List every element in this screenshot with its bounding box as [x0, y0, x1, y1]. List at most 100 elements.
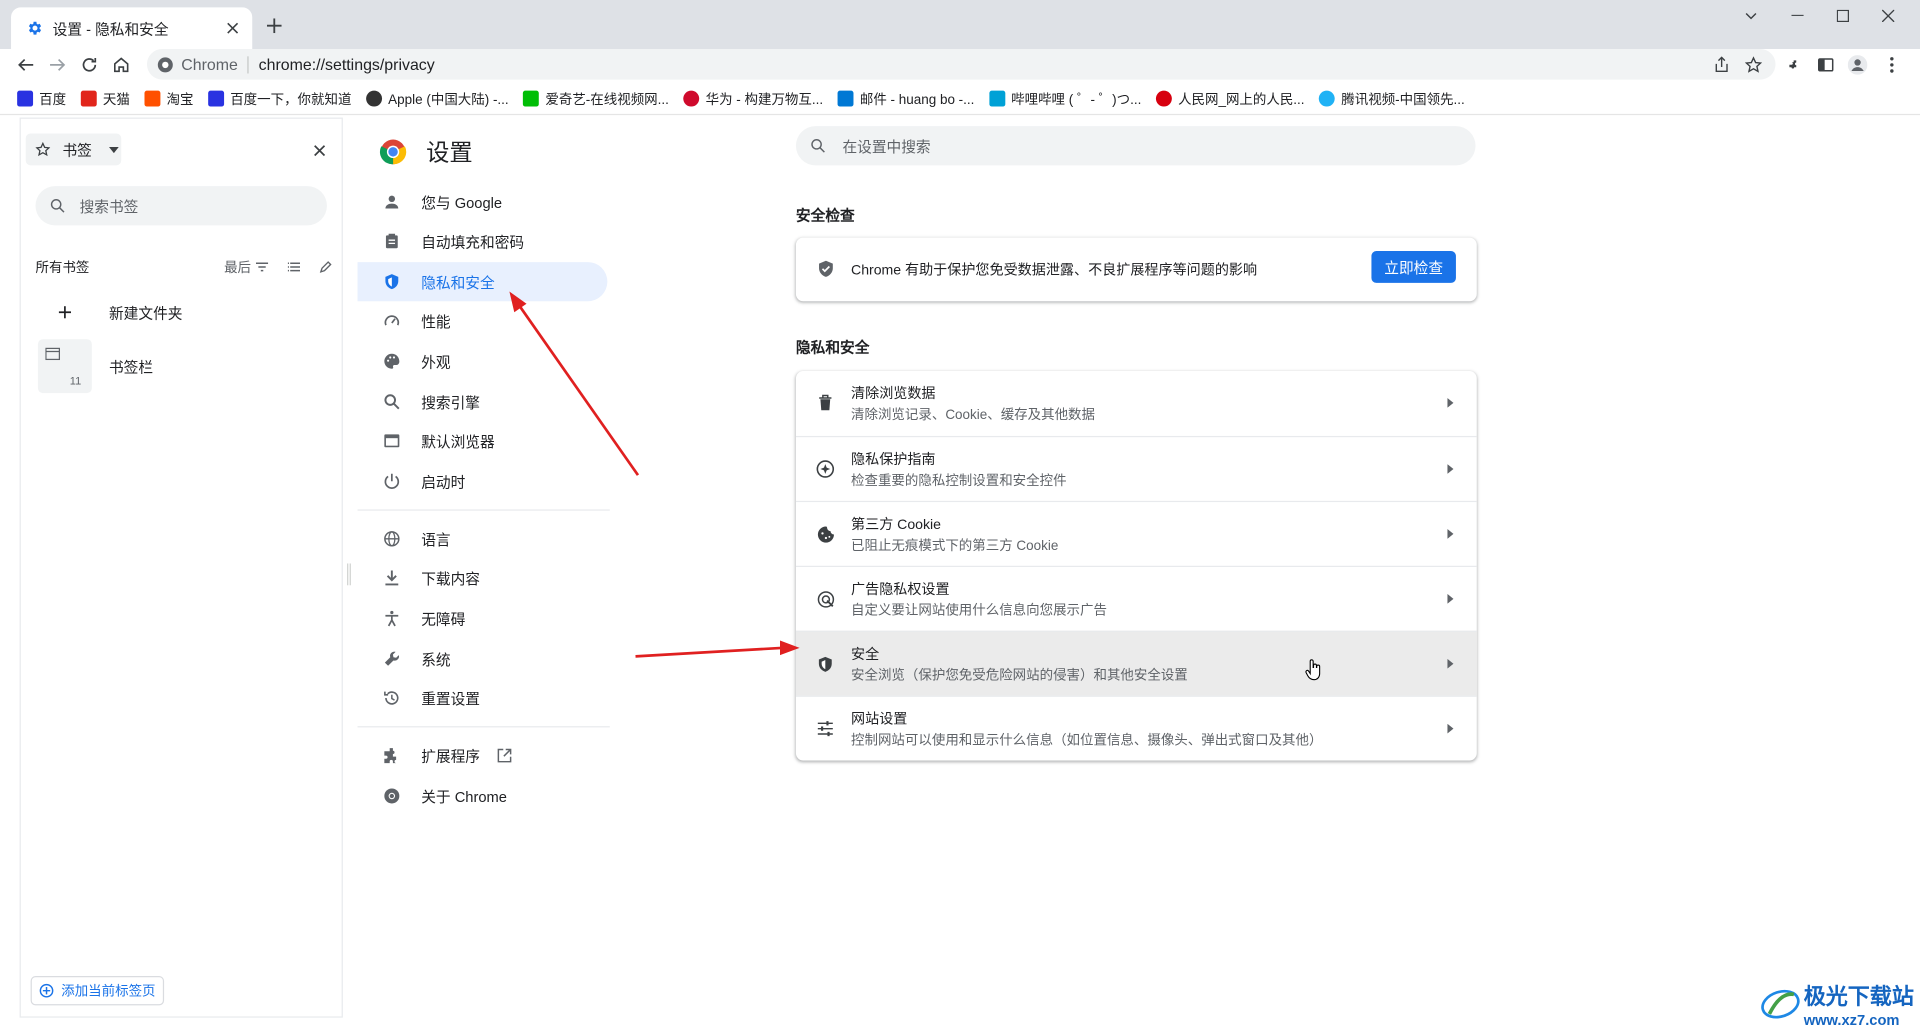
- watermark: 极光下载站 www.xz7.com: [1760, 980, 1914, 1029]
- nav-label: 系统: [421, 650, 451, 669]
- bookmark-item[interactable]: 邮件 - huang bo -...: [837, 89, 974, 109]
- palette-icon: [382, 351, 402, 371]
- tab-close-icon[interactable]: [220, 16, 244, 40]
- check-now-button[interactable]: 立即检查: [1371, 251, 1456, 283]
- extensions-puzzle-icon[interactable]: [1782, 53, 1806, 77]
- nav-search-engine[interactable]: 搜索引擎: [358, 382, 608, 421]
- bookmark-item[interactable]: 天猫: [80, 89, 130, 109]
- settings-gear-icon: [26, 20, 43, 37]
- ad-privacy-icon: [816, 589, 836, 609]
- nav-reset[interactable]: 重置设置: [358, 678, 608, 717]
- bookmark-search-input[interactable]: 搜索书签: [35, 186, 327, 226]
- nav-label: 隐私和安全: [421, 273, 495, 291]
- nav-privacy-security[interactable]: 隐私和安全: [357, 262, 608, 302]
- nav-downloads[interactable]: 下载内容: [358, 558, 608, 597]
- shield-icon: [382, 272, 402, 292]
- list-view-icon[interactable]: [287, 262, 301, 272]
- profile-avatar-icon[interactable]: [1845, 53, 1869, 77]
- edit-pencil-icon[interactable]: [319, 261, 332, 273]
- nav-languages[interactable]: 语言: [358, 519, 608, 558]
- new-tab-button[interactable]: [262, 13, 286, 37]
- row-security[interactable]: 安全 安全浏览（保护您免受危险网站的侵害）和其他安全设置: [795, 630, 1477, 696]
- safety-check-heading: 安全检查: [795, 206, 855, 225]
- favicon-icon: [683, 90, 700, 107]
- nav-default-browser[interactable]: 默认浏览器: [358, 421, 608, 460]
- bookmark-item[interactable]: 百度一下，你就知道: [208, 89, 351, 109]
- favicon-icon: [144, 90, 161, 107]
- bookmark-item[interactable]: 百度: [17, 89, 66, 109]
- page-title: 设置: [426, 140, 473, 167]
- tab-title: 设置 - 隐私和安全: [52, 20, 169, 38]
- new-folder-button[interactable]: 新建文件夹: [38, 285, 182, 339]
- row-site-settings[interactable]: 网站设置 控制网站可以使用和显示什么信息（如位置信息、摄像头、弹出式窗口及其他）: [795, 695, 1477, 761]
- tab-strip: 设置 - 隐私和安全: [0, 0, 1920, 49]
- nav-performance[interactable]: 性能: [358, 301, 608, 340]
- bookmark-item[interactable]: 哔哩哔哩 ( ゜- ゜)つ...: [989, 89, 1141, 109]
- address-bar[interactable]: Chrome chrome://settings/privacy: [146, 48, 1776, 80]
- reload-icon[interactable]: [77, 53, 101, 77]
- nav-system[interactable]: 系统: [358, 639, 608, 678]
- close-window-button[interactable]: [1866, 0, 1910, 32]
- nav-on-startup[interactable]: 启动时: [358, 462, 608, 501]
- chevron-right-icon: [1442, 656, 1457, 671]
- settings-page: 设置 您与 Google 自动填充和密码 隐私和安全 性能 外观 搜索引擎 默认…: [357, 117, 1920, 1036]
- home-icon[interactable]: [109, 53, 133, 77]
- nav-accessibility[interactable]: 无障碍: [358, 599, 608, 638]
- favicon-icon: [208, 90, 225, 107]
- panel-resize-handle[interactable]: [347, 563, 352, 586]
- bookmark-item[interactable]: 人民网_网上的人民...: [1156, 89, 1305, 109]
- maximize-button[interactable]: [1821, 0, 1865, 32]
- bookmarks-bar-folder[interactable]: 11 书签栏: [37, 339, 153, 394]
- settings-search-input[interactable]: 在设置中搜索: [795, 126, 1476, 166]
- bookmark-item[interactable]: Apple (中国大陆) -...: [366, 89, 509, 109]
- share-icon[interactable]: [1709, 53, 1733, 77]
- row-third-party-cookies[interactable]: 第三方 Cookie 已阻止无痕模式下的第三方 Cookie: [795, 500, 1477, 566]
- row-privacy-guide[interactable]: 隐私保护指南 检查重要的隐私控制设置和安全控件: [795, 435, 1477, 501]
- nav-about-chrome[interactable]: 关于 Chrome: [358, 776, 608, 815]
- tab-settings[interactable]: 设置 - 隐私和安全: [11, 7, 253, 49]
- nav-appearance[interactable]: 外观: [358, 342, 608, 381]
- add-current-tab-button[interactable]: 添加当前标签页: [30, 976, 165, 1006]
- side-panel-icon[interactable]: [1813, 53, 1837, 77]
- menu-kebab-icon[interactable]: [1880, 53, 1904, 77]
- nav-autofill[interactable]: 自动填充和密码: [358, 222, 608, 261]
- forward-arrow-icon[interactable]: [45, 53, 69, 77]
- nav-label: 无障碍: [421, 610, 466, 628]
- page-scrollbar[interactable]: [1910, 117, 1920, 1036]
- favicon-icon: [837, 90, 854, 107]
- toolbar: Chrome chrome://settings/privacy: [0, 48, 1920, 81]
- nav-label: 启动时: [421, 473, 466, 491]
- chevron-right-icon: [1442, 527, 1457, 542]
- back-arrow-icon[interactable]: [13, 53, 37, 77]
- chrome-icon: [382, 786, 402, 806]
- close-icon[interactable]: [310, 141, 330, 161]
- download-icon: [382, 568, 402, 588]
- sort-control[interactable]: 最后: [224, 257, 332, 277]
- nav-label: 自动填充和密码: [421, 233, 525, 251]
- nav-label: 您与 Google: [421, 194, 503, 212]
- nav-label: 默认浏览器: [421, 432, 495, 451]
- bookmark-star-icon[interactable]: [1741, 53, 1765, 77]
- row-clear-browsing-data[interactable]: 清除浏览数据 清除浏览记录、Cookie、缓存及其他数据: [796, 371, 1477, 436]
- bookmark-item[interactable]: 爱奇艺-在线视频网...: [523, 89, 669, 109]
- bookmark-item[interactable]: 淘宝: [144, 89, 193, 109]
- omnibox-chip: Chrome: [181, 55, 238, 74]
- bookmark-item[interactable]: 腾讯视频-中国领先...: [1319, 89, 1465, 109]
- row-ad-privacy[interactable]: 广告隐私权设置 自定义要让网站使用什么信息向您展示广告: [795, 565, 1477, 631]
- person-icon: [382, 192, 402, 212]
- side-panel-selector[interactable]: 书签: [25, 133, 122, 166]
- open-in-new-icon: [497, 748, 512, 763]
- nav-extensions[interactable]: 扩展程序: [358, 736, 608, 775]
- favicon-icon: [523, 90, 540, 107]
- url-text[interactable]: chrome://settings/privacy: [259, 55, 435, 73]
- power-icon: [382, 471, 402, 491]
- bookmark-item[interactable]: 华为 - 构建万物互...: [683, 89, 823, 109]
- tab-search-icon[interactable]: [1729, 0, 1773, 32]
- nav-divider: [357, 726, 610, 728]
- search-placeholder: 在设置中搜索: [842, 137, 931, 155]
- sliders-icon: [816, 719, 836, 739]
- caret-down-icon: [108, 146, 119, 153]
- filter-icon: [255, 262, 269, 272]
- nav-you-and-google[interactable]: 您与 Google: [358, 182, 608, 221]
- minimize-button[interactable]: [1776, 0, 1820, 32]
